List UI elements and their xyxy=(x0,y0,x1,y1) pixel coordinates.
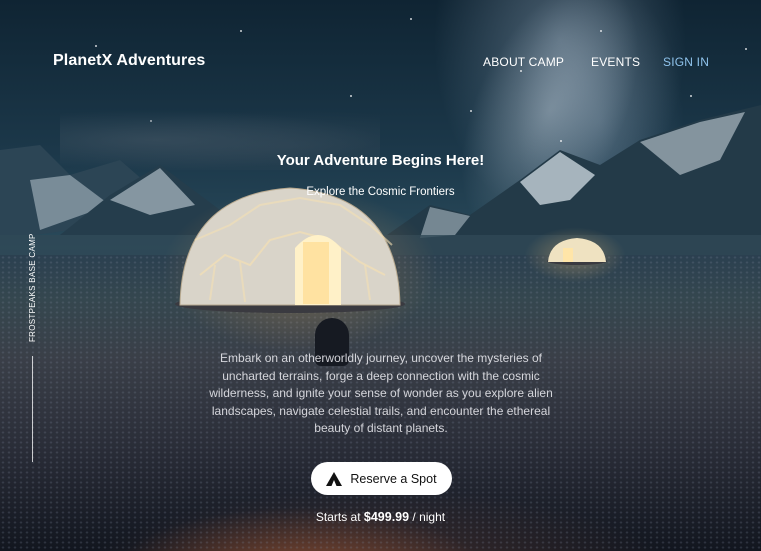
hero-subtitle: Explore the Cosmic Frontiers xyxy=(306,186,455,198)
hero-description: Embark on an otherworldly journey, uncov… xyxy=(209,351,553,435)
side-location-label: FROSTPEAKS BASE CAMP xyxy=(28,233,37,342)
price-suffix: / night xyxy=(412,510,446,524)
navbar: PlanetX Adventures ABOUT CAMP EVENTS SIG… xyxy=(0,0,761,120)
reserve-spot-button[interactable]: Reserve a Spot xyxy=(311,462,452,495)
price-prefix: Starts at xyxy=(315,510,361,524)
side-divider-line xyxy=(32,356,33,462)
nav-events[interactable]: EVENTS xyxy=(591,55,640,69)
nav-about-camp[interactable]: ABOUT CAMP xyxy=(483,55,564,69)
hero-title: Your Adventure Begins Here! xyxy=(276,152,485,169)
price-line: Starts at $499.99 / night xyxy=(0,510,761,524)
nav-sign-in[interactable]: SIGN IN xyxy=(663,55,709,69)
triangle-tent-icon xyxy=(326,471,343,486)
brand-logo[interactable]: PlanetX Adventures xyxy=(53,52,205,70)
price-amount: $499.99 xyxy=(363,510,410,524)
reserve-spot-label: Reserve a Spot xyxy=(350,471,437,486)
